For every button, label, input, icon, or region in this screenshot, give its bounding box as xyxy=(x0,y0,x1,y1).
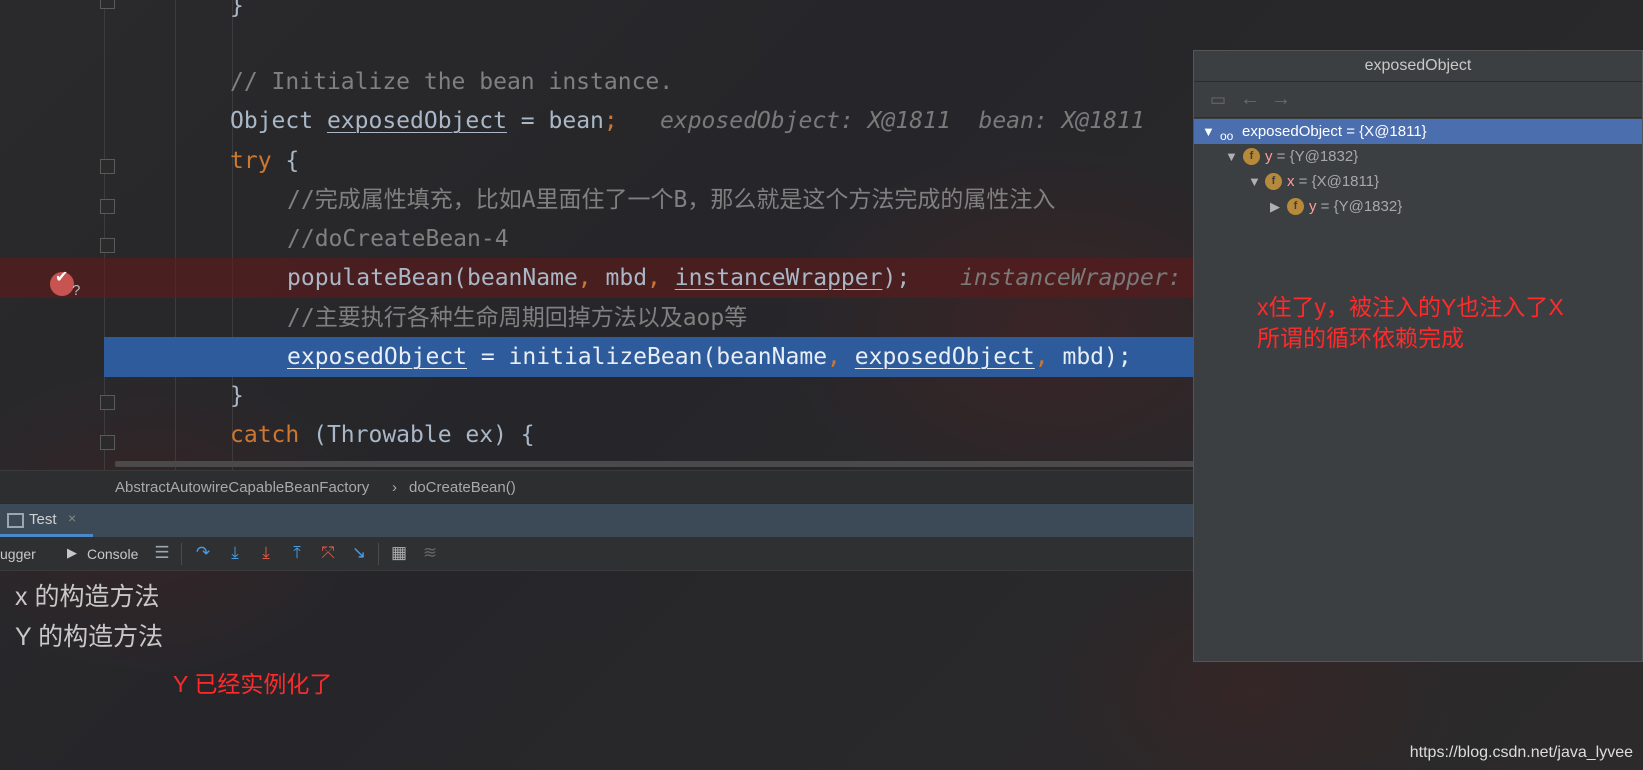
code-line[interactable]: } xyxy=(0,0,1193,26)
close-icon[interactable]: × xyxy=(68,510,76,526)
drop-frame-icon[interactable]: ⤧ xyxy=(318,543,338,563)
code-text: } xyxy=(230,383,244,409)
annotation-text: 所谓的循环依赖完成 xyxy=(1257,325,1464,351)
folder-icon[interactable]: ▭ xyxy=(1210,90,1226,110)
code-line[interactable]: //主要执行各种生命周期回掉方法以及aop等 xyxy=(0,298,1193,338)
debug-toolbar: ugger ▶ Console ☰ ↷ ⤓ ⤓ ⤒ ⤧ ↘ ▦ ≋ xyxy=(0,537,1193,571)
code-comment: // Initialize the bean instance. xyxy=(230,69,674,95)
step-into-icon[interactable]: ⤓ xyxy=(225,543,245,563)
current-execution-line[interactable]: exposedObject = initializeBean(beanName,… xyxy=(104,337,1193,377)
tab-test[interactable]: Test × xyxy=(0,504,93,537)
console-line: Y 的构造方法 xyxy=(15,623,164,651)
tree-node-root[interactable]: ▼ oo exposedObject = {X@1811} xyxy=(1194,119,1642,144)
code-text: Object exposedObject = bean; xyxy=(230,108,618,134)
popup-title: exposedObject xyxy=(1194,51,1642,82)
annotation-text: x住了y，被注入的Y也注入了X xyxy=(1257,294,1564,320)
expand-arrow-icon[interactable]: ▼ xyxy=(1202,119,1215,144)
trace-icon[interactable]: ≋ xyxy=(420,543,440,563)
breadcrumb-method[interactable]: doCreateBean() xyxy=(409,471,516,504)
tree-node-text: y = {Y@1832} xyxy=(1309,198,1403,215)
code-comment: //完成属性填充，比如A里面住了一个B，那么就是这个方法完成的属性注入 xyxy=(287,187,1056,213)
toolbar-separator xyxy=(181,543,182,565)
breadcrumb-class[interactable]: AbstractAutowireCapableBeanFactory xyxy=(115,471,369,504)
inline-value-hint: instanceWrapper: "BeanWrapperImpl" xyxy=(960,265,1182,291)
back-arrow-icon[interactable]: ← xyxy=(1240,88,1260,111)
tree-node[interactable]: ▼ f y = {Y@1832} xyxy=(1194,144,1642,169)
code-line[interactable]: try { xyxy=(0,141,1193,181)
tree-node-text: y = {Y@1832} xyxy=(1265,148,1359,165)
forward-arrow-icon[interactable]: → xyxy=(1271,88,1291,111)
step-out-icon[interactable]: ⤒ xyxy=(287,543,307,563)
code-comment: //主要执行各种生命周期回掉方法以及aop等 xyxy=(287,305,748,331)
toolbar-separator xyxy=(378,543,379,565)
code-text: } xyxy=(230,0,244,19)
console-icon: ▶ xyxy=(67,545,77,560)
field-icon: f xyxy=(1287,198,1304,215)
code-line[interactable]: Object exposedObject = bean; exposedObje… xyxy=(0,101,1193,141)
horizontal-scrollbar[interactable] xyxy=(115,461,1193,467)
tab-console[interactable]: Console xyxy=(87,546,138,562)
code-editor[interactable]: } // Initialize the bean instance. Objec… xyxy=(0,0,1193,470)
breakpoint-icon[interactable]: ✔ ? xyxy=(50,269,80,299)
annotation-text: Y 已经实例化了 xyxy=(173,671,333,697)
watermark-url: https://blog.csdn.net/java_lyvee xyxy=(1409,744,1633,761)
console-output: x 的构造方法 Y 的构造方法 Y 已经实例化了 xyxy=(0,571,1193,770)
code-line[interactable]: //doCreateBean-4 xyxy=(0,219,1193,259)
code-line[interactable]: catch (Throwable ex) { xyxy=(0,415,1193,455)
code-text: try { xyxy=(230,148,300,174)
check-icon: ✔ xyxy=(55,269,69,286)
code-text: exposedObject = initializeBean(beanName,… xyxy=(287,344,1132,370)
expand-arrow-icon[interactable]: ▼ xyxy=(1248,169,1261,194)
code-line[interactable]: //完成属性填充，比如A里面住了一个B，那么就是这个方法完成的属性注入 xyxy=(0,180,1193,220)
layout-icon[interactable]: ☰ xyxy=(152,543,172,563)
expand-arrow-icon[interactable]: ▼ xyxy=(1225,144,1238,169)
breadcrumb: AbstractAutowireCapableBeanFactory › doC… xyxy=(0,470,1193,504)
step-over-icon[interactable]: ↷ xyxy=(193,543,213,563)
tree-node[interactable]: ▶ f y = {Y@1832} xyxy=(1194,194,1642,219)
code-text: populateBean(beanName, mbd, instanceWrap… xyxy=(287,265,911,291)
breakpoint-line[interactable]: populateBean(beanName, mbd, instanceWrap… xyxy=(0,258,1193,298)
force-step-into-icon[interactable]: ⤓ xyxy=(256,543,276,563)
tab-label: Test xyxy=(29,511,57,528)
tab-debugger[interactable]: ugger xyxy=(0,546,36,562)
tree-node-text: exposedObject = {X@1811} xyxy=(1242,123,1427,140)
console-line: x 的构造方法 xyxy=(15,583,160,611)
code-line[interactable]: } xyxy=(0,376,1193,416)
code-text: catch (Throwable ex) { xyxy=(230,422,535,448)
code-line[interactable]: // Initialize the bean instance. xyxy=(0,62,1193,102)
field-icon: f xyxy=(1243,148,1260,165)
collapsed-arrow-icon[interactable]: ▶ xyxy=(1270,194,1280,219)
debug-tab-bar: Test × xyxy=(0,503,1193,537)
inspect-popup[interactable]: exposedObject ▭ ← → ▼ oo exposedObject =… xyxy=(1193,50,1643,662)
question-icon: ? xyxy=(72,282,81,299)
inline-value-hint: exposedObject: X@1811 bean: X@1811 xyxy=(660,108,1145,134)
breadcrumb-separator: › xyxy=(392,479,397,496)
popup-toolbar: ▭ ← → xyxy=(1194,82,1642,118)
tree-node[interactable]: ▼ f x = {X@1811} xyxy=(1194,169,1642,194)
run-config-icon xyxy=(7,513,24,528)
evaluate-expression-icon[interactable]: ▦ xyxy=(389,543,409,563)
field-icon: f xyxy=(1265,173,1282,190)
run-to-cursor-icon[interactable]: ↘ xyxy=(349,543,369,563)
tree-node-text: x = {X@1811} xyxy=(1287,173,1380,190)
code-comment: //doCreateBean-4 xyxy=(287,226,509,252)
